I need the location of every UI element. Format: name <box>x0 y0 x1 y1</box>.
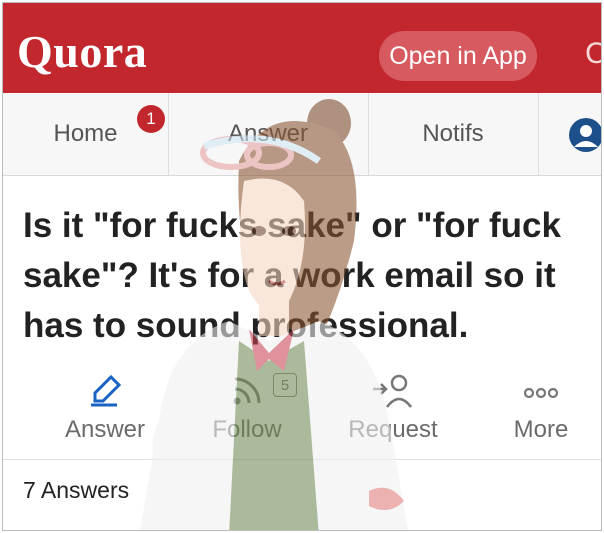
follow-count-badge: 5 <box>273 373 297 397</box>
nav-home-label: Home <box>53 120 118 147</box>
answer-action-label: Answer <box>64 416 146 443</box>
follow-action-label: Follow <box>212 416 282 443</box>
more-action-button[interactable]: More <box>481 371 601 451</box>
question-line: sake"? It's for a work email so it <box>23 256 556 295</box>
nav-answer-label: Answer <box>227 120 309 147</box>
request-action-button[interactable]: Request <box>333 371 453 451</box>
header-edge-glyph: C <box>585 37 601 71</box>
request-action-label: Request <box>348 416 438 443</box>
nav-answer[interactable]: Answer <box>168 93 368 175</box>
pencil-icon <box>45 371 165 411</box>
app-header: Quora Open in App C <box>3 3 601 93</box>
answer-action-button[interactable]: Answer <box>45 371 165 451</box>
nav-notifs[interactable]: Notifs <box>368 93 538 175</box>
quora-logo[interactable]: Quora <box>17 25 147 78</box>
nav-divider <box>538 93 539 175</box>
nav-bar: Home Answer Notifs <box>3 93 601 176</box>
more-action-label: More <box>513 416 569 443</box>
screen: Quora Open in App C Home Answer Notifs 1… <box>2 2 602 531</box>
request-person-icon <box>333 371 453 411</box>
more-dots-icon <box>481 371 601 411</box>
section-divider <box>3 459 601 460</box>
nav-notifs-label: Notifs <box>422 120 484 147</box>
question-line: Is it "for fucks sake" or "for fuck <box>23 206 561 245</box>
profile-icon[interactable] <box>566 113 601 162</box>
answers-count: 7 Answers <box>23 477 130 503</box>
question-title: Is it "for fucks sake" or "for fuck sake… <box>23 201 583 351</box>
home-notification-badge: 1 <box>137 105 165 133</box>
nav-home[interactable]: Home <box>3 93 168 175</box>
question-line: has to sound professional. <box>23 306 469 345</box>
open-in-app-button[interactable]: Open in App <box>379 31 537 81</box>
